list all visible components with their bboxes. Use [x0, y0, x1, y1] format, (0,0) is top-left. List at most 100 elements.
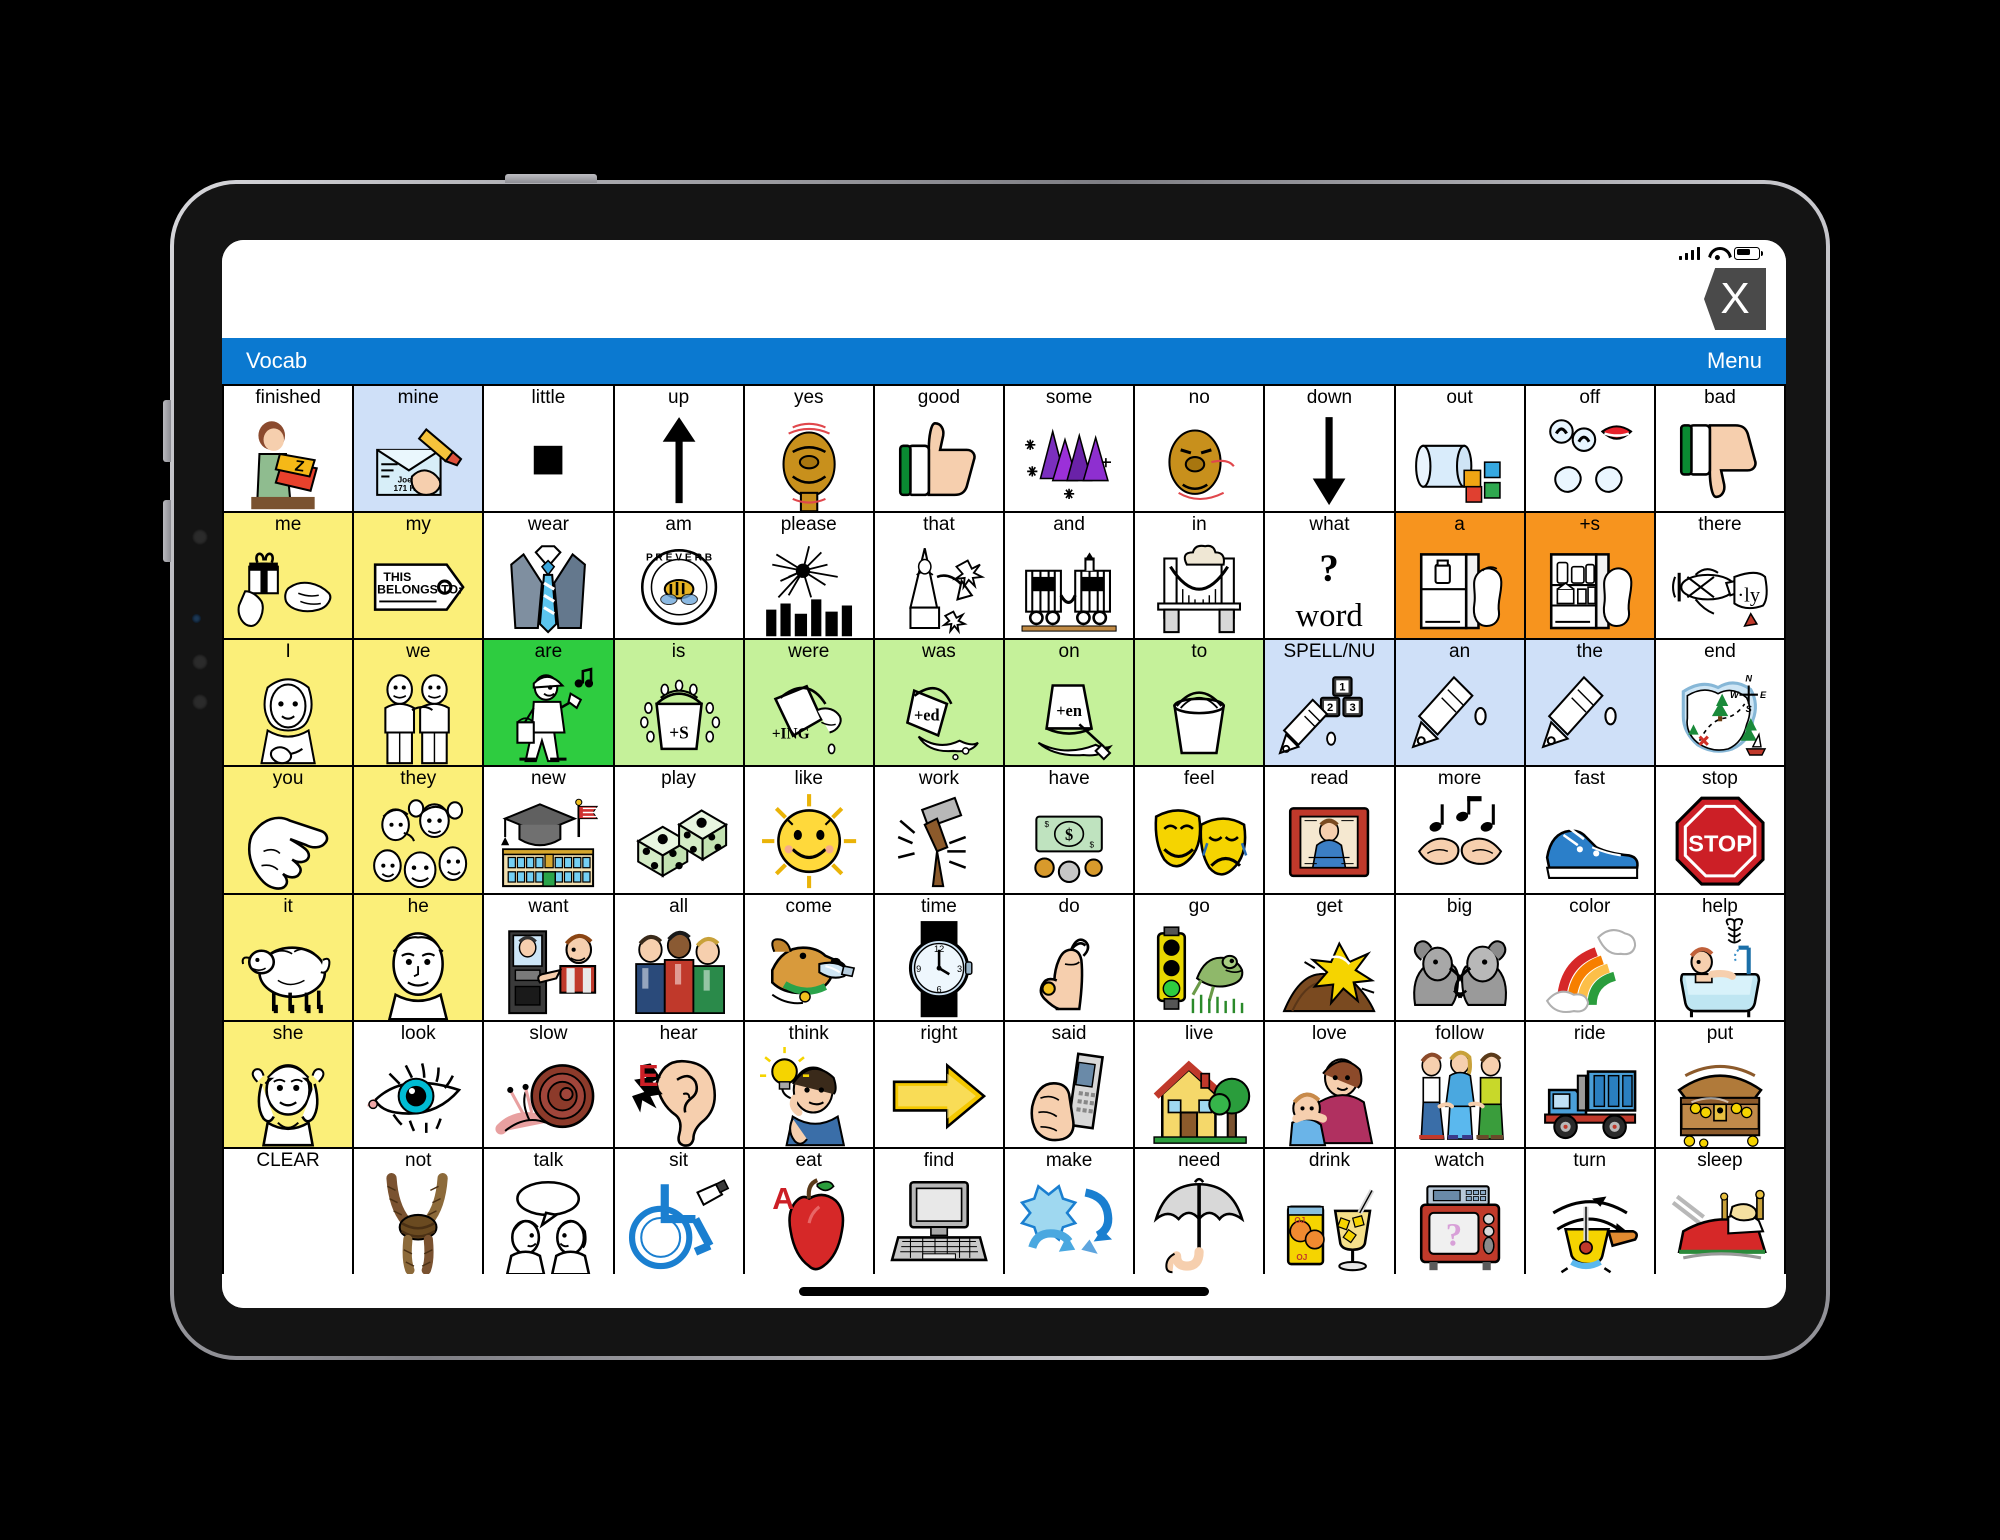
vocab-cell-get[interactable]: get: [1265, 894, 1394, 1020]
vocab-cell-label: on: [1058, 641, 1080, 663]
clear-message-button[interactable]: X: [1704, 268, 1766, 330]
vocab-cell-good[interactable]: good: [874, 386, 1003, 512]
vocab-cell-are[interactable]: are: [484, 640, 613, 766]
vocab-cell-do[interactable]: do: [1005, 894, 1134, 1020]
vocab-cell-live[interactable]: live: [1135, 1021, 1264, 1147]
vocab-cell-were[interactable]: were +ING: [744, 640, 873, 766]
vocab-cell-find[interactable]: find: [874, 1148, 1003, 1274]
vocab-cell-down[interactable]: down: [1265, 386, 1394, 512]
vocab-cell-all[interactable]: all: [614, 894, 743, 1020]
vocab-cell-hear[interactable]: hear E: [614, 1021, 743, 1147]
vocab-cell-love[interactable]: love: [1265, 1021, 1394, 1147]
vocab-cell-put[interactable]: put: [1655, 1021, 1784, 1147]
vocab-cell-time[interactable]: time 12 3 6 9: [874, 894, 1003, 1020]
vocab-cell-he[interactable]: he: [354, 894, 483, 1020]
vocab-cell-they[interactable]: they: [354, 767, 483, 893]
vocab-cell-was[interactable]: was +ed: [874, 640, 1003, 766]
vocab-cell-fast[interactable]: fast: [1525, 767, 1654, 893]
vocab-cell-slow[interactable]: slow: [484, 1021, 613, 1147]
vocab-cell-play[interactable]: play: [614, 767, 743, 893]
vocab-cell-follow[interactable]: follow: [1395, 1021, 1524, 1147]
airplane-banner-ly-icon: ·ly: [1656, 536, 1784, 638]
vocab-cell-sleep[interactable]: sleep: [1655, 1148, 1784, 1274]
vocab-cell-a[interactable]: a: [1395, 513, 1524, 639]
vocab-cell-an[interactable]: an: [1395, 640, 1524, 766]
vocab-cell-the[interactable]: the: [1525, 640, 1654, 766]
vocab-cell-spell-nu[interactable]: SPELL/NU 1 2 3: [1265, 640, 1394, 766]
vocab-cell-that[interactable]: that: [874, 513, 1003, 639]
vocab-cell-want[interactable]: want: [484, 894, 613, 1020]
vocab-cell-stop[interactable]: stop STOP: [1655, 767, 1784, 893]
vocab-cell-watch[interactable]: watch?: [1395, 1148, 1524, 1274]
vocab-cell-new[interactable]: new: [484, 767, 613, 893]
vocab-cell-said[interactable]: said: [1005, 1021, 1134, 1147]
vocab-cell-ride[interactable]: ride: [1525, 1021, 1654, 1147]
vocab-cell-right[interactable]: right: [874, 1021, 1003, 1147]
vocab-button[interactable]: Vocab: [246, 348, 307, 374]
vocab-cell-she[interactable]: she: [224, 1021, 353, 1147]
vocab-cell-label: SPELL/NU: [1283, 641, 1376, 663]
vocab-cell-end[interactable]: end N W E S: [1655, 640, 1784, 766]
vocab-cell-some[interactable]: some: [1005, 386, 1134, 512]
volume-down-button[interactable]: [163, 500, 171, 562]
vocab-cell-on[interactable]: on +en: [1005, 640, 1134, 766]
tablet-device-frame: X Vocab Menu finished Zmine Joe 171 Hlittle…: [163, 174, 1830, 1360]
vocab-cell-i[interactable]: I: [224, 640, 353, 766]
vocab-cell-off[interactable]: off: [1525, 386, 1654, 512]
vocab-cell-have[interactable]: have $ $ $: [1005, 767, 1134, 893]
power-button[interactable]: [505, 174, 597, 183]
vocab-cell-eat[interactable]: eat A: [744, 1148, 873, 1274]
vocab-cell-what[interactable]: what? word: [1265, 513, 1394, 639]
vocab-cell-we[interactable]: we: [354, 640, 483, 766]
vocab-cell-yes[interactable]: yes: [744, 386, 873, 512]
volume-up-button[interactable]: [163, 400, 171, 462]
vocab-cell-color[interactable]: color: [1525, 894, 1654, 1020]
menu-button[interactable]: Menu: [1707, 348, 1762, 374]
home-indicator[interactable]: [799, 1286, 1209, 1296]
vocab-cell-bad[interactable]: bad: [1655, 386, 1784, 512]
vocab-cell-go[interactable]: go: [1135, 894, 1264, 1020]
graduation-cap-school-icon: [484, 790, 612, 892]
vocab-cell-is[interactable]: is +S: [614, 640, 743, 766]
vocab-cell-my[interactable]: my THIS BELONGS TO:: [354, 513, 483, 639]
vocab-cell-up[interactable]: up: [614, 386, 743, 512]
vocab-cell-clear[interactable]: CLEAR: [224, 1148, 353, 1274]
vocab-cell-am[interactable]: am P R E V E R B: [614, 513, 743, 639]
vocab-cell-and[interactable]: and: [1005, 513, 1134, 639]
vocab-cell-label: read: [1310, 768, 1349, 790]
vocab-cell-in[interactable]: in: [1135, 513, 1264, 639]
vocab-cell-like[interactable]: like: [744, 767, 873, 893]
vocab-cell-look[interactable]: look: [354, 1021, 483, 1147]
vocab-cell-need[interactable]: need: [1135, 1148, 1264, 1274]
vocab-cell-turn[interactable]: turn: [1525, 1148, 1654, 1274]
vocab-cell-me[interactable]: me: [224, 513, 353, 639]
vocab-cell-no[interactable]: no: [1135, 386, 1264, 512]
vocab-cell-feel[interactable]: feel: [1135, 767, 1264, 893]
vocab-cell-drink[interactable]: drink OJ OJ: [1265, 1148, 1394, 1274]
vocab-cell-s[interactable]: +s: [1525, 513, 1654, 639]
vocab-cell-out[interactable]: out: [1395, 386, 1524, 512]
vocab-cell-think[interactable]: think: [744, 1021, 873, 1147]
vocab-cell-work[interactable]: work: [874, 767, 1003, 893]
vocab-cell-little[interactable]: little: [484, 386, 613, 512]
vocab-cell-talk[interactable]: talk: [484, 1148, 613, 1274]
vocab-cell-there[interactable]: there ·ly: [1655, 513, 1784, 639]
vocab-cell-it[interactable]: it: [224, 894, 353, 1020]
vocab-cell-wear[interactable]: wear: [484, 513, 613, 639]
vocab-cell-not[interactable]: not: [354, 1148, 483, 1274]
vocab-cell-to[interactable]: to: [1135, 640, 1264, 766]
vocab-cell-help[interactable]: help: [1655, 894, 1784, 1020]
vocab-cell-please[interactable]: please: [744, 513, 873, 639]
vocab-cell-read[interactable]: read: [1265, 767, 1394, 893]
vocab-cell-big[interactable]: big: [1395, 894, 1524, 1020]
vocab-cell-you[interactable]: you: [224, 767, 353, 893]
message-window[interactable]: X: [222, 266, 1786, 338]
vocab-cell-sit[interactable]: sit: [614, 1148, 743, 1274]
vocab-cell-come[interactable]: come: [744, 894, 873, 1020]
vocab-cell-make[interactable]: make: [1005, 1148, 1134, 1274]
vocab-cell-mine[interactable]: mine Joe 171 H: [354, 386, 483, 512]
question-word-icon: ? word: [1265, 536, 1393, 638]
vocab-cell-more[interactable]: more: [1395, 767, 1524, 893]
ear-with-e-icon: E: [615, 1045, 743, 1147]
vocab-cell-finished[interactable]: finished Z: [224, 386, 353, 512]
